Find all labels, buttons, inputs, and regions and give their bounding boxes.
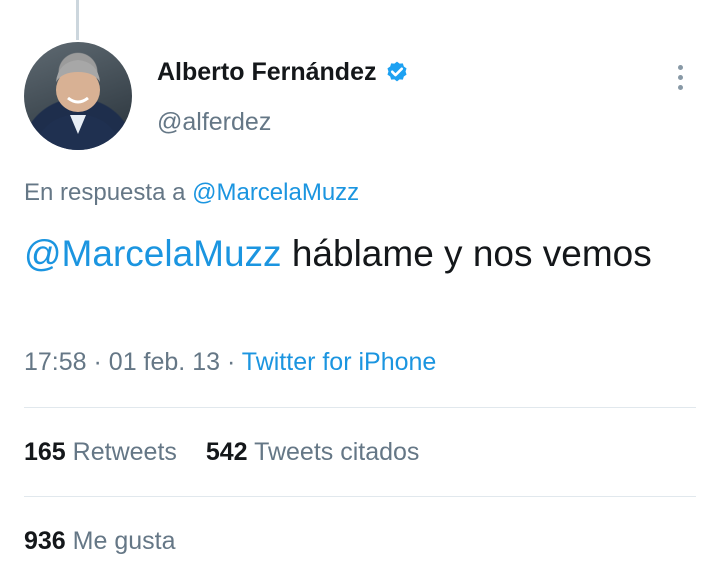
engagement-stats-row: 165 Retweets 542 Tweets citados — [24, 438, 441, 467]
tweet-text-content: háblame y nos vemos — [291, 233, 652, 274]
quote-tweets-count: 542 — [205, 438, 248, 466]
quote-tweets-label: Tweets citados — [254, 438, 420, 466]
reply-prefix: En respuesta a — [24, 179, 186, 206]
author-name-row: Alberto Fernández — [157, 58, 410, 87]
retweets-count: 165 — [24, 438, 66, 466]
reply-context: En respuesta a @MarcelaMuzz — [24, 179, 359, 207]
tweet-source-link[interactable]: Twitter for iPhone — [242, 348, 437, 376]
reply-to-link[interactable]: @MarcelaMuzz — [192, 179, 359, 206]
retweets-stat[interactable]: 165 Retweets — [24, 438, 184, 466]
meta-separator: · — [93, 348, 102, 376]
thread-connector-line — [76, 0, 79, 40]
likes-count: 936 — [24, 527, 66, 555]
likes-label: Me gusta — [72, 527, 176, 555]
mention-link[interactable]: @MarcelaMuzz — [24, 233, 282, 274]
tweet-date[interactable]: 01 feb. 13 — [109, 348, 220, 376]
divider — [24, 407, 696, 408]
quote-tweets-stat[interactable]: 542 Tweets citados — [206, 438, 420, 466]
author-handle[interactable]: @alferdez — [157, 108, 271, 137]
divider — [24, 496, 696, 497]
tweet-text: @MarcelaMuzz háblame y nos vemos — [24, 228, 664, 279]
tweet-metadata: 17:58 · 01 feb. 13 · Twitter for iPhone — [24, 348, 436, 377]
more-options-icon[interactable] — [668, 62, 692, 94]
avatar-image — [34, 60, 122, 150]
tweet-time[interactable]: 17:58 — [24, 348, 87, 376]
likes-stat[interactable]: 936 Me gusta — [24, 527, 176, 555]
meta-separator: · — [226, 348, 236, 376]
author-name[interactable]: Alberto Fernández — [157, 58, 376, 87]
retweets-label: Retweets — [72, 438, 177, 466]
likes-stats-row: 936 Me gusta — [24, 527, 198, 556]
verified-badge-icon — [387, 61, 408, 81]
avatar[interactable] — [24, 42, 132, 150]
